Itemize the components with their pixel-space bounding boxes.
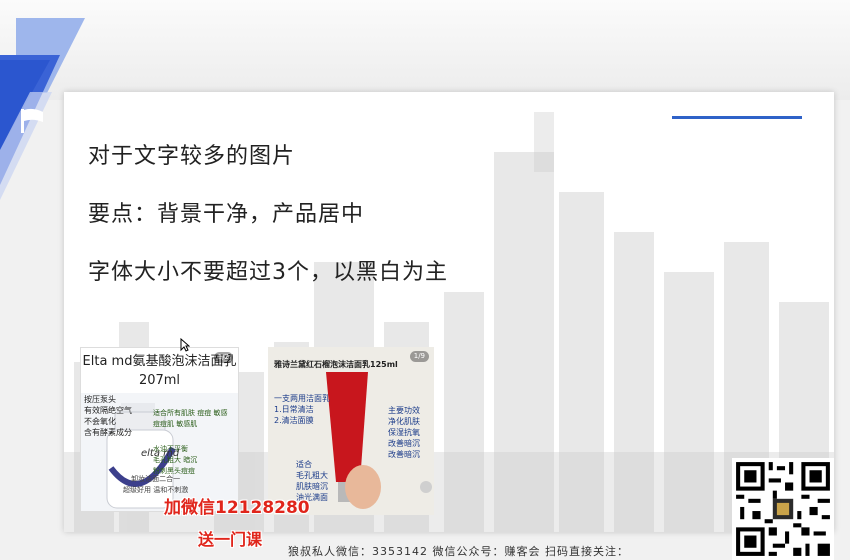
slide-text-line-2: 要点：背景干净，产品居中: [88, 202, 365, 227]
note-right-4: 改善暗沉: [388, 439, 420, 448]
note-left-bottom-3: 肌肤暗沉: [296, 482, 328, 491]
product-image-elta-md: Elta md氨基酸泡沫洁面乳 207ml 1/2 elta md 按压泵头 有…: [80, 347, 239, 512]
note-left-2: 1.日常清洁: [274, 405, 314, 414]
cursor-icon: [180, 338, 190, 352]
note-right-1: 主要功效: [388, 406, 420, 415]
note-right-4: 毛孔粗大 暗沉: [153, 456, 198, 464]
note-right-5: 改善暗沉: [388, 450, 420, 459]
note-right-1: 适合所有肌肤 痘痘 敏感: [153, 409, 228, 417]
note-right-2: 净化肌肤: [388, 417, 420, 426]
footer-contact-bar: 狼叔私人微信：3353142 微信公众号：赚客会 扫码直接关注：: [288, 545, 629, 558]
note-left-1: 按压泵头: [84, 395, 116, 404]
qr-code[interactable]: [732, 458, 834, 560]
slide-text-line-3: 字体大小不要超过3个，以黑白为主: [88, 260, 448, 285]
note-left-1: 一支两用洁面乳: [274, 394, 330, 403]
note-left-2: 有效隔绝空气: [84, 406, 132, 415]
note-right-3: 保湿抗氧: [388, 428, 420, 437]
watermark-course: 送一门课: [198, 530, 263, 549]
background-top: [0, 0, 850, 100]
note-right-2: 痘痘肌 敏感肌: [153, 420, 198, 428]
note-right-3: 水油不平衡: [153, 445, 188, 453]
watermark-wechat: 加微信12128280: [164, 498, 310, 518]
screen: 对于文字较多的图片 要点：背景干净，产品居中 字体大小不要超过3个，以黑白为主 …: [0, 0, 850, 560]
slide-text-line-1: 对于文字较多的图片: [88, 144, 296, 169]
accent-line: [672, 116, 802, 119]
note-left-3: 2.清洁面膜: [274, 416, 314, 425]
note-left-bottom-1: 适合: [296, 460, 312, 469]
note-left-4: 含有酵素成分: [84, 428, 132, 437]
note-left-bottom-2: 毛孔粗大: [296, 471, 328, 480]
product-image-estee-lauder: 雅诗兰黛红石榴泡沫洁面乳125ml 1/9 一支两用洁面乳 1.日常清洁 2.清…: [268, 347, 434, 515]
note-bottom-1: 卸妆洁面二合一: [131, 475, 181, 483]
flag-icon: [21, 108, 43, 133]
note-left-3: 不会氧化: [84, 417, 116, 426]
